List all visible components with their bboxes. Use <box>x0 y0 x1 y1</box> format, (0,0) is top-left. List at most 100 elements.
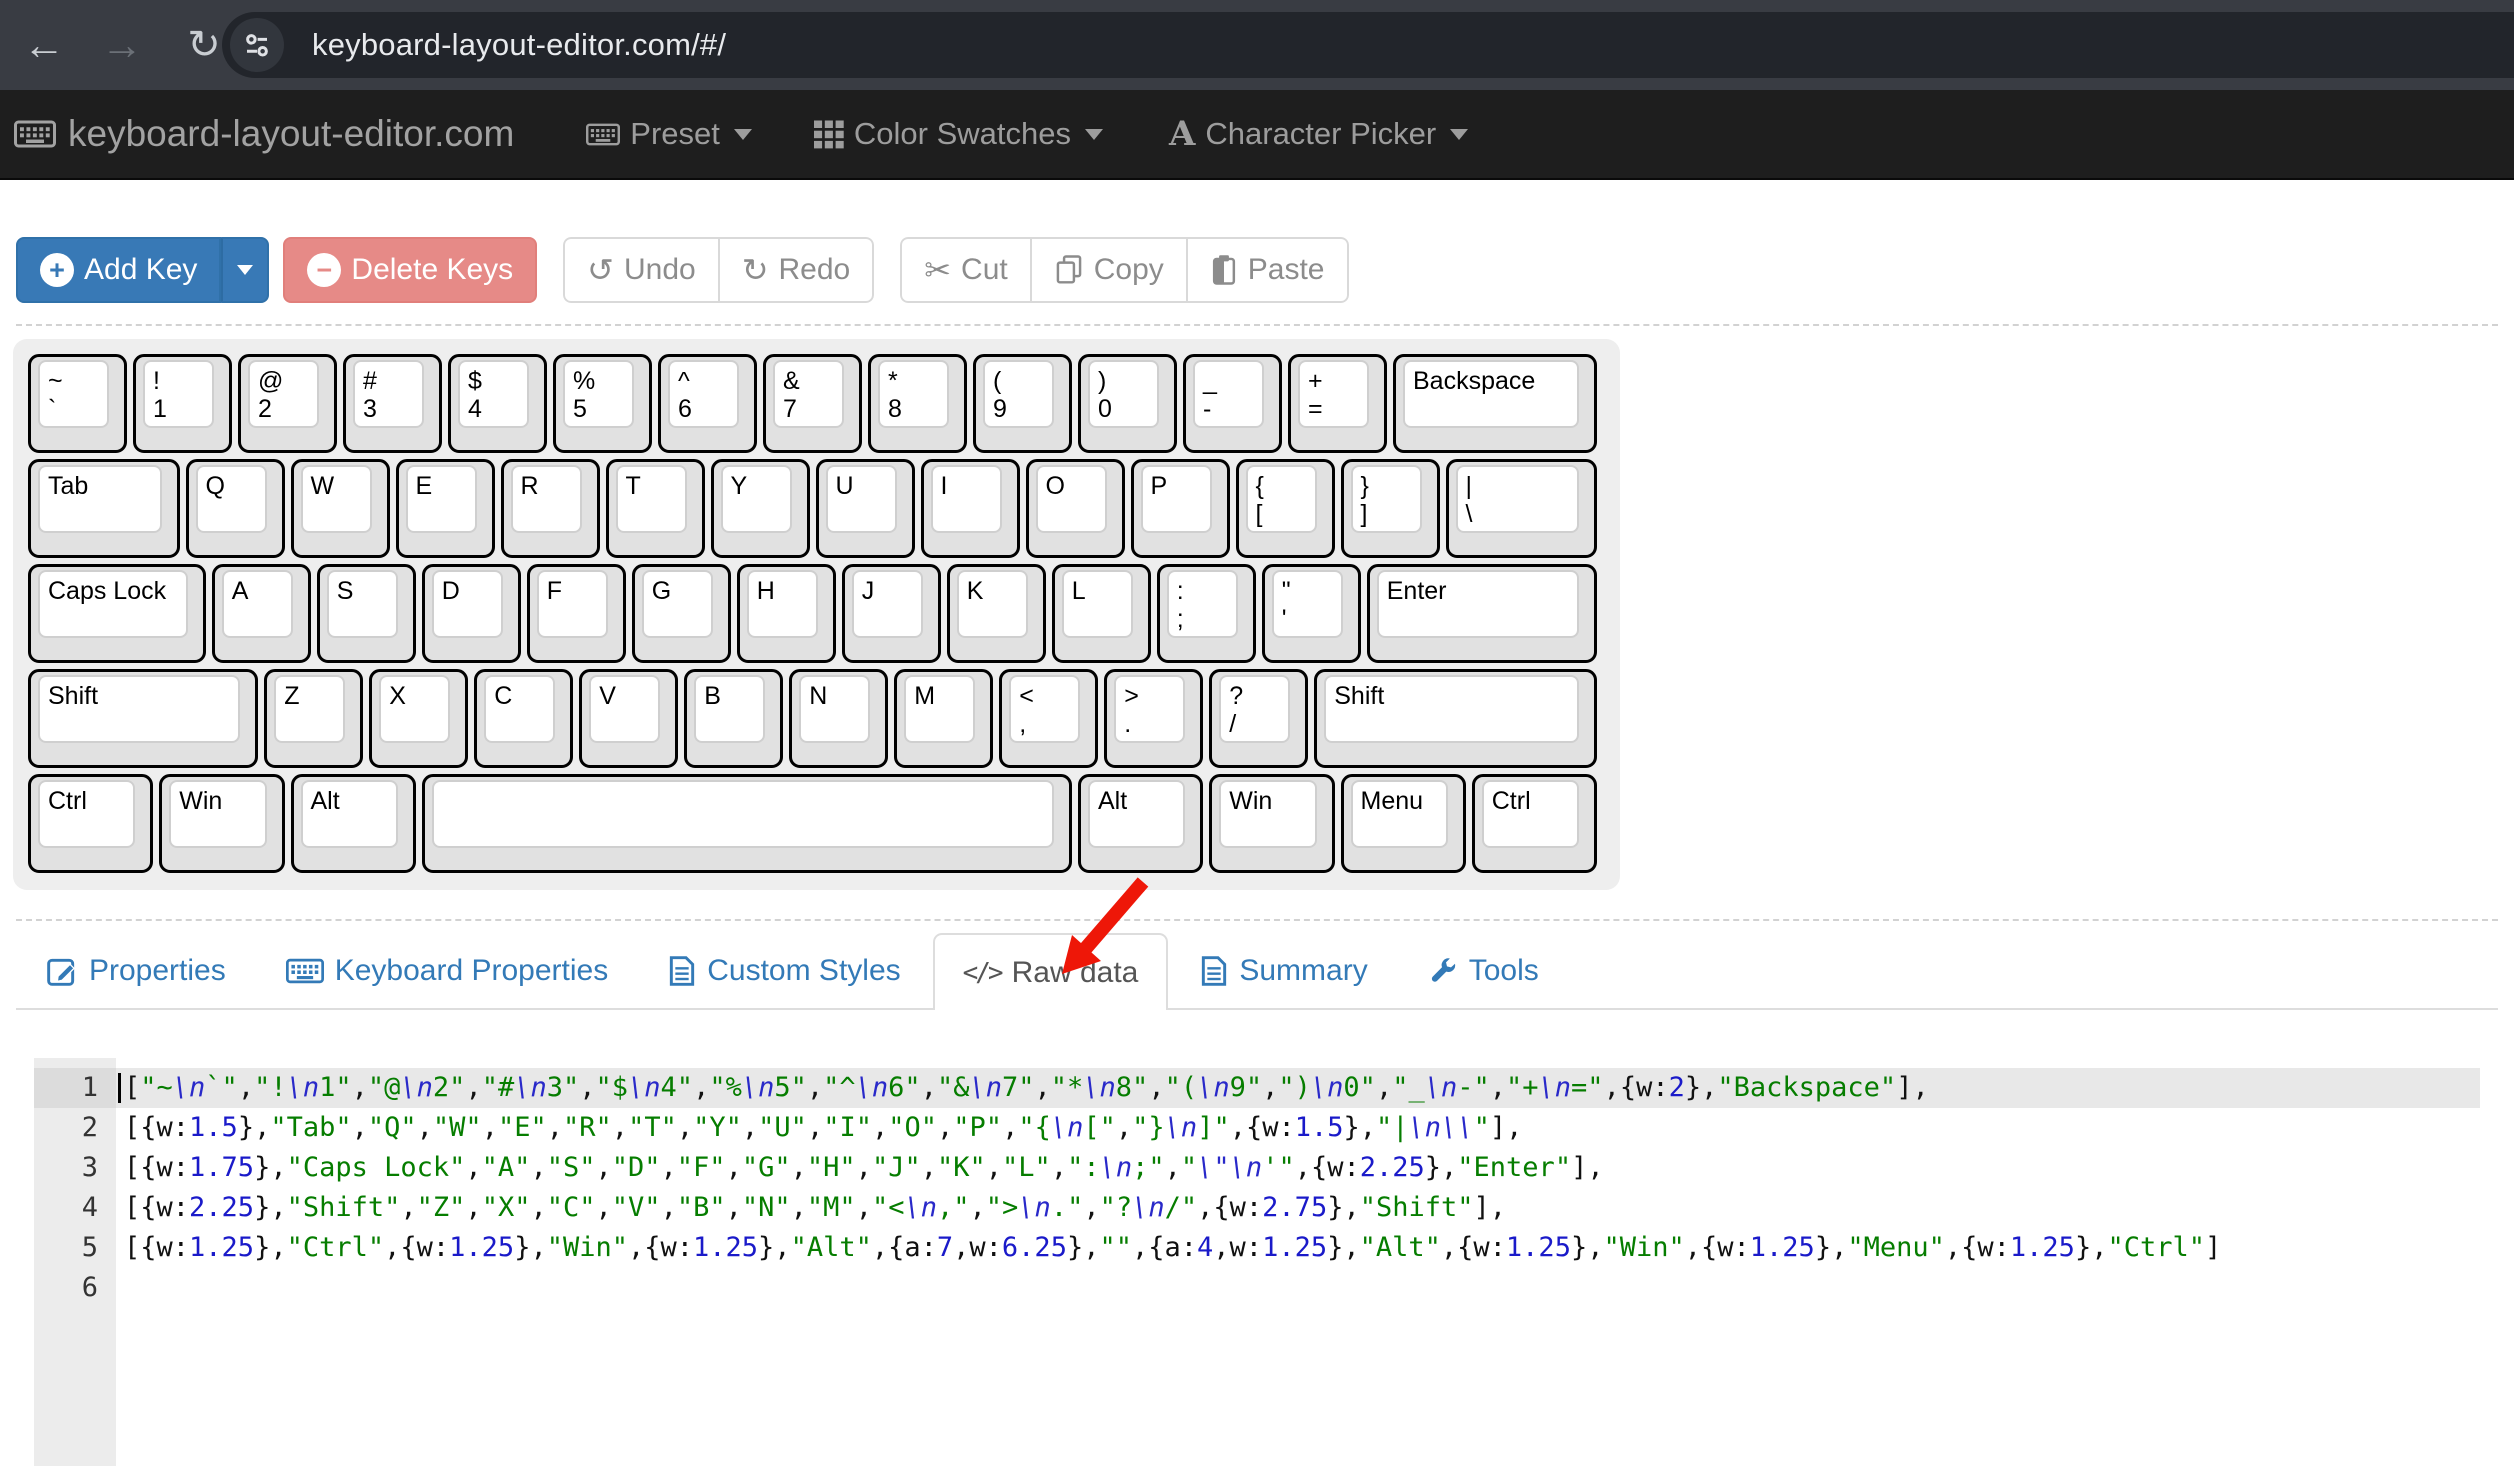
key-k[interactable]: K <box>944 561 1049 666</box>
url-text[interactable]: keyboard-layout-editor.com/#/ <box>312 27 726 63</box>
key-@[interactable]: @2 <box>235 351 340 456</box>
tab-summary[interactable]: Summary <box>1172 933 1395 1008</box>
key-$[interactable]: $4 <box>445 351 550 456</box>
code-line[interactable]: ["~\n`","!\n1","@\n2","#\n3","$\n4","%\n… <box>116 1068 2480 1108</box>
key-y[interactable]: Y <box>708 456 813 561</box>
code-token: , <box>595 1152 611 1183</box>
key-p[interactable]: P <box>1128 456 1233 561</box>
key-win[interactable]: Win <box>156 771 287 876</box>
key-&[interactable]: &7 <box>760 351 865 456</box>
key-menu[interactable]: Menu <box>1338 771 1469 876</box>
code-token: ,{w: <box>628 1232 693 1263</box>
raw-data-editor[interactable]: 123456 ["~\n`","!\n1","@\n2","#\n3","$\n… <box>34 1058 2480 1466</box>
key-|[interactable]: |\ <box>1443 456 1601 561</box>
key-a[interactable]: A <box>209 561 314 666</box>
tab-keyboard-properties[interactable]: Keyboard Properties <box>258 933 637 1008</box>
key-)[interactable]: )0 <box>1075 351 1180 456</box>
key-+[interactable]: += <box>1285 351 1390 456</box>
menu-color-swatches-label: Color Swatches <box>854 116 1071 152</box>
code-line[interactable]: [{w:1.5},"Tab","Q","W","E","R","T","Y","… <box>116 1108 2480 1148</box>
key-h[interactable]: H <box>734 561 839 666</box>
key-f[interactable]: F <box>524 561 629 666</box>
key-v[interactable]: V <box>576 666 681 771</box>
key-~[interactable]: ~` <box>25 351 130 456</box>
key-shift[interactable]: Shift <box>25 666 261 771</box>
menu-character-picker[interactable]: A Character Picker <box>1169 114 1468 154</box>
code-line[interactable]: [{w:1.25},"Ctrl",{w:1.25},"Win",{w:1.25}… <box>116 1228 2480 1268</box>
key-:[interactable]: :; <box>1154 561 1259 666</box>
keycap: :; <box>1157 564 1256 663</box>
key-enter[interactable]: Enter <box>1364 561 1600 666</box>
key-#[interactable]: #3 <box>340 351 445 456</box>
key-w[interactable]: W <box>288 456 393 561</box>
tab-raw-data[interactable]: </>Raw data <box>933 933 1169 1010</box>
key-m[interactable]: M <box>891 666 996 771</box>
key-i[interactable]: I <box>918 456 1023 561</box>
key-ctrl[interactable]: Ctrl <box>1469 771 1600 876</box>
editor-code-area[interactable]: ["~\n`","!\n1","@\n2","#\n3","$\n4","%\n… <box>116 1058 2480 1466</box>
code-line[interactable] <box>116 1268 2480 1308</box>
key-n[interactable]: N <box>786 666 891 771</box>
key-t[interactable]: T <box>603 456 708 561</box>
add-key-button[interactable]: + Add Key <box>16 237 221 303</box>
key-alt[interactable]: Alt <box>288 771 419 876</box>
site-settings-icon[interactable] <box>230 18 284 72</box>
key-d[interactable]: D <box>419 561 524 666</box>
undo-button[interactable]: ↺ Undo <box>563 237 718 303</box>
key-_[interactable]: _- <box>1180 351 1285 456</box>
add-key-dropdown-button[interactable] <box>221 237 269 303</box>
key-u[interactable]: U <box>813 456 918 561</box>
key-x[interactable]: X <box>366 666 471 771</box>
key-e[interactable]: E <box>393 456 498 561</box>
menu-preset[interactable]: Preset <box>586 116 752 152</box>
key-backspace[interactable]: Backspace <box>1390 351 1600 456</box>
key-shift[interactable]: Shift <box>1311 666 1600 771</box>
key-caps-lock[interactable]: Caps Lock <box>25 561 209 666</box>
cut-button[interactable]: ✂ Cut <box>900 237 1030 303</box>
key-space[interactable] <box>419 771 1075 876</box>
browser-back-icon[interactable]: ← <box>14 21 74 69</box>
key-?[interactable]: ?/ <box>1206 666 1311 771</box>
redo-button[interactable]: ↻ Redo <box>718 237 875 303</box>
tab-properties[interactable]: Properties <box>18 933 254 1008</box>
key-s[interactable]: S <box>314 561 419 666</box>
paste-button[interactable]: Paste <box>1186 237 1349 303</box>
key-ctrl[interactable]: Ctrl <box>25 771 156 876</box>
tab-tools[interactable]: Tools <box>1400 933 1567 1008</box>
tab-custom-styles[interactable]: Custom Styles <box>640 933 928 1008</box>
key-"[interactable]: "' <box>1259 561 1364 666</box>
brand[interactable]: keyboard-layout-editor.com <box>14 113 514 155</box>
menu-color-swatches[interactable]: Color Swatches <box>814 116 1103 152</box>
key-g[interactable]: G <box>629 561 734 666</box>
copy-button[interactable]: Copy <box>1030 237 1186 303</box>
browser-forward-icon[interactable]: → <box>92 21 152 69</box>
delete-keys-button[interactable]: − Delete Keys <box>283 237 537 303</box>
key-b[interactable]: B <box>681 666 786 771</box>
code-line[interactable]: [{w:1.75},"Caps Lock","A","S","D","F","G… <box>116 1148 2480 1188</box>
key-![interactable]: !1 <box>130 351 235 456</box>
key-win[interactable]: Win <box>1206 771 1337 876</box>
key-<[interactable]: <, <box>996 666 1101 771</box>
key-*[interactable]: *8 <box>865 351 970 456</box>
key-r[interactable]: R <box>498 456 603 561</box>
brand-label[interactable]: keyboard-layout-editor.com <box>68 113 514 155</box>
key-c[interactable]: C <box>471 666 576 771</box>
code-line[interactable]: [{w:2.25},"Shift","Z","X","C","V","B","N… <box>116 1188 2480 1228</box>
key->[interactable]: >. <box>1101 666 1206 771</box>
key-tab[interactable]: Tab <box>25 456 183 561</box>
key-j[interactable]: J <box>839 561 944 666</box>
key-o[interactable]: O <box>1023 456 1128 561</box>
keyboard-canvas[interactable]: ~`!1@2#3$4%5^6&7*8(9)0_-+=BackspaceTabQW… <box>13 339 1620 890</box>
key-z[interactable]: Z <box>261 666 366 771</box>
key-%[interactable]: %5 <box>550 351 655 456</box>
key-([interactable]: (9 <box>970 351 1075 456</box>
key-q[interactable]: Q <box>183 456 288 561</box>
address-bar[interactable]: keyboard-layout-editor.com/#/ <box>222 12 2514 78</box>
key-{[interactable]: {[ <box>1233 456 1338 561</box>
code-token: "Alt" <box>1360 1232 1441 1263</box>
key-}[interactable]: }] <box>1338 456 1443 561</box>
key-l[interactable]: L <box>1049 561 1154 666</box>
keycap-face: Tab <box>38 465 162 533</box>
key-^[interactable]: ^6 <box>655 351 760 456</box>
key-alt[interactable]: Alt <box>1075 771 1206 876</box>
